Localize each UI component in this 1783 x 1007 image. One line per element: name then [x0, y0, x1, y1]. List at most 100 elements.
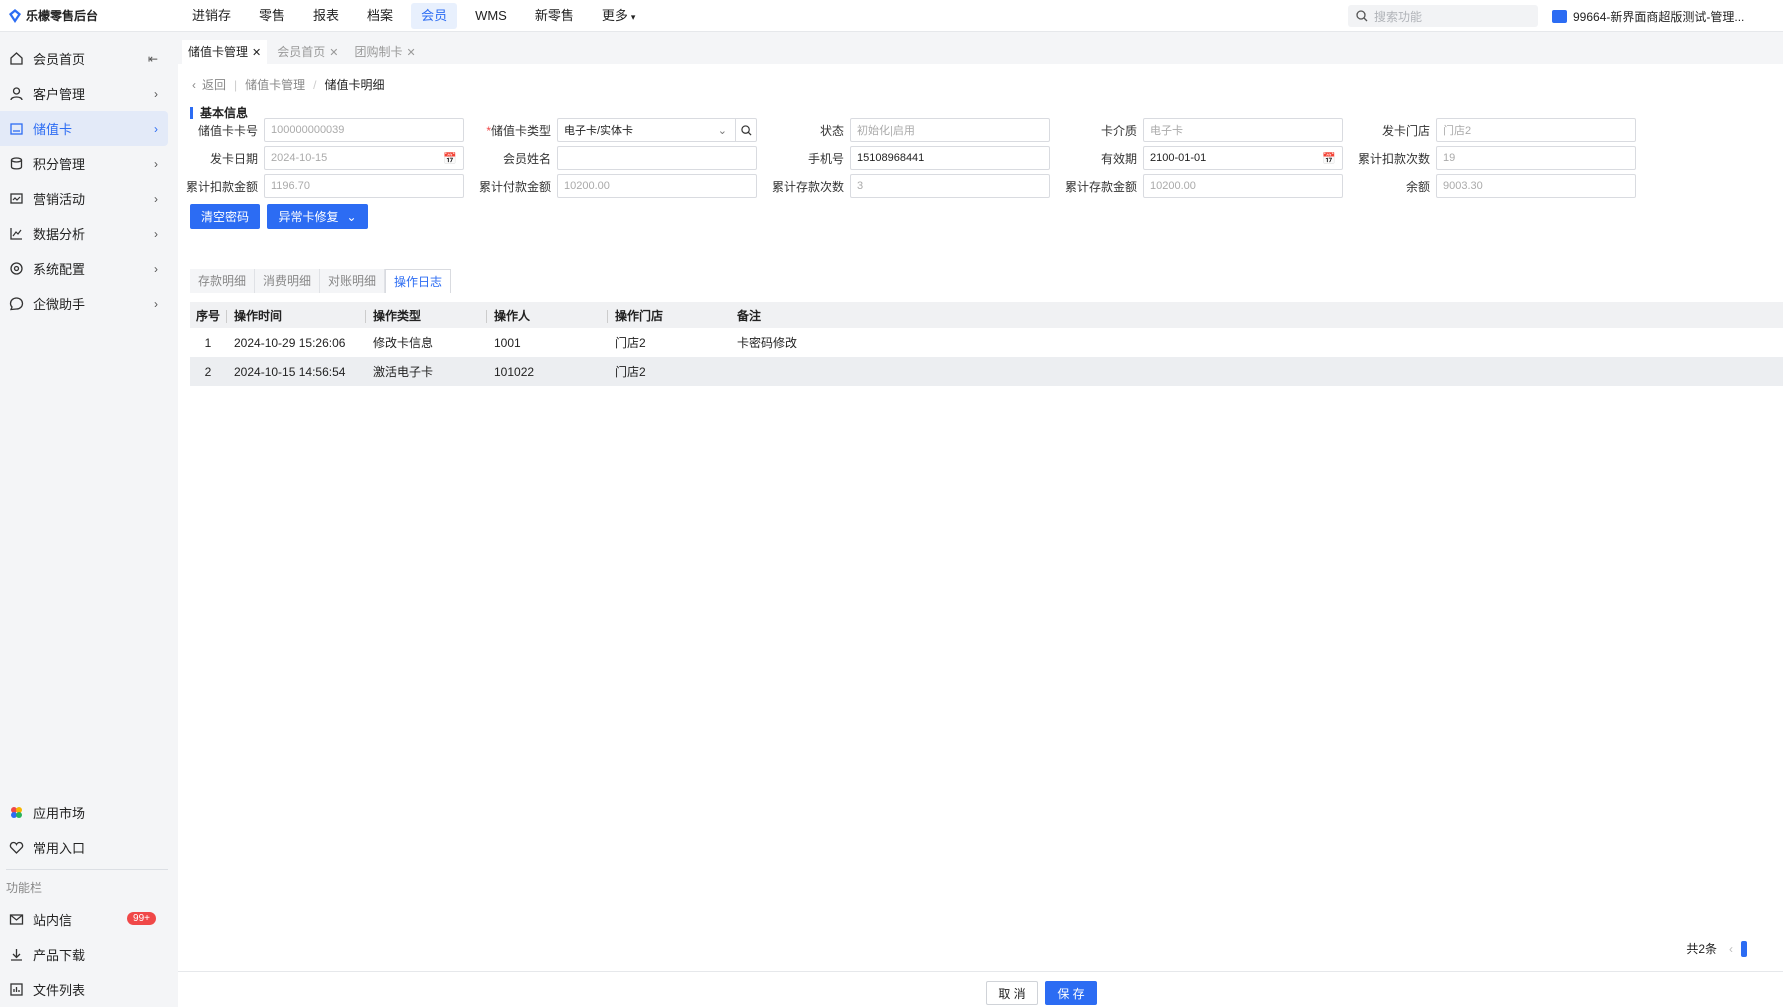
sidebar: 会员首页 ⇤ 客户管理 › 储值卡 › 积分管理 › 营销活动 › 数据分析 ›… [0, 32, 178, 1007]
deduct-amount-input[interactable]: 1196.70 [264, 174, 464, 198]
sidebar-item-messages[interactable]: 站内信 99+ [0, 902, 168, 937]
field-label-text: 储值卡类型 [490, 123, 551, 138]
card-type-search-button[interactable] [735, 118, 757, 142]
nav-item-retail[interactable]: 零售 [249, 3, 295, 29]
deduct-times-input[interactable]: 19 [1436, 146, 1636, 170]
tab-operation-log[interactable]: 操作日志 [385, 269, 452, 293]
app-logo[interactable]: 乐檬零售后台 [0, 7, 178, 24]
sidebar-item-wecom[interactable]: 企微助手 › [0, 286, 168, 321]
sidebar-item-points[interactable]: 积分管理 › [0, 146, 168, 181]
tab-deposit-detail[interactable]: 存款明细 [190, 269, 256, 293]
breadcrumb-parent[interactable]: 储值卡管理 [245, 76, 305, 93]
nav-item-archive[interactable]: 档案 [357, 3, 403, 29]
tab-consumption-detail[interactable]: 消费明细 [255, 269, 321, 293]
calendar-icon: 📅 [443, 153, 457, 165]
card-type-select[interactable]: 电子卡/实体卡 ⌄ [557, 118, 735, 142]
promotion-icon [8, 191, 24, 207]
cell-type: 修改卡信息 [373, 336, 434, 350]
prev-page-icon[interactable]: ‹ [1729, 942, 1733, 956]
close-icon[interactable]: ✕ [329, 47, 338, 59]
card-no-input[interactable]: 100000000039 [264, 118, 464, 142]
table-header: 序号 操作时间 操作类型 操作人 操作门店 备注 [190, 302, 1783, 328]
expiry-date-picker[interactable]: 2100-01-01 📅 [1143, 146, 1343, 170]
sidebar-item-label: 积分管理 [33, 157, 86, 172]
sidebar-item-app-market[interactable]: 应用市场 [0, 795, 168, 830]
top-nav: 进销存 零售 报表 档案 会员 WMS 新零售 更多 ▾ [178, 2, 649, 29]
phone-input[interactable]: 15108968441 [850, 146, 1050, 170]
cancel-button[interactable]: 取 消 [986, 981, 1038, 1005]
deposit-amount-input[interactable]: 10200.00 [1143, 174, 1343, 198]
table-row[interactable]: 1 2024-10-29 15:26:06 修改卡信息 1001 门店2 卡密码… [190, 328, 1783, 357]
column-header-label: 操作时间 [234, 308, 283, 323]
repair-card-label: 异常卡修复 [278, 210, 339, 224]
issue-store-input[interactable]: 门店2 [1436, 118, 1636, 142]
back-link[interactable]: 返回 [202, 76, 226, 93]
field-label: 累计扣款次数 [1357, 151, 1430, 166]
current-page-button[interactable] [1741, 940, 1747, 957]
field-label: 累计存款次数 [771, 179, 844, 194]
field-deposit-amount: 累计存款金额 10200.00 [1057, 174, 1350, 198]
nav-item-wms[interactable]: WMS [465, 3, 517, 29]
file-list-icon [8, 982, 24, 998]
sidebar-item-settings[interactable]: 系统配置 › [0, 251, 168, 286]
column-header[interactable]: 备注 [729, 307, 1029, 324]
field-paid-amount: 累计付款金额 10200.00 [471, 174, 764, 198]
heart-icon [8, 840, 24, 856]
column-divider [226, 309, 227, 323]
cell-index: 1 [204, 335, 212, 350]
column-divider [365, 309, 366, 323]
status-input[interactable]: 初始化|启用 [850, 118, 1050, 142]
close-icon[interactable]: ✕ [252, 47, 261, 59]
tab-reconcile-detail[interactable]: 对账明细 [320, 269, 386, 293]
sidebar-item-label: 储值卡 [33, 122, 73, 137]
nav-item-member[interactable]: 会员 [411, 2, 458, 29]
table-row[interactable]: 2 2024-10-15 14:56:54 激活电子卡 101022 门店2 [190, 357, 1783, 386]
close-icon[interactable]: ✕ [406, 47, 415, 59]
cell-store: 门店2 [615, 365, 646, 379]
field-medium: 卡介质 电子卡 [1057, 118, 1350, 142]
chevron-right-icon: › [154, 296, 158, 311]
chevron-down-icon: ⌄ [346, 209, 357, 224]
repair-card-button[interactable]: 异常卡修复 ⌄ [267, 204, 368, 229]
field-label: 卡介质 [1100, 123, 1137, 138]
sidebar-item-analytics[interactable]: 数据分析 › [0, 216, 168, 251]
cell-store: 门店2 [615, 336, 646, 350]
deposit-times-input[interactable]: 3 [850, 174, 1050, 198]
save-button[interactable]: 保 存 [1045, 981, 1097, 1005]
sidebar-item-favorites[interactable]: 常用入口 [0, 830, 168, 865]
sidebar-item-stored-value-card[interactable]: 储值卡 › [0, 111, 168, 146]
nav-item-reports[interactable]: 报表 [303, 3, 349, 29]
org-switcher[interactable]: 99664-新界面商超版测试-管理... [1552, 0, 1744, 32]
member-name-input[interactable] [557, 146, 757, 170]
tab-stored-value-card[interactable]: 储值卡管理 ✕ [182, 40, 268, 64]
column-header: 序号 [195, 308, 220, 323]
clear-password-button[interactable]: 清空密码 [190, 204, 260, 229]
tab-group-card[interactable]: 团购制卡 ✕ [348, 40, 422, 64]
sidebar-item-member-home[interactable]: 会员首页 ⇤ [0, 41, 168, 76]
sidebar-item-files[interactable]: 文件列表 [0, 972, 168, 1007]
column-header[interactable]: 操作人 [486, 307, 607, 324]
nav-item-more[interactable]: 更多 ▾ [592, 3, 646, 29]
search-icon [1356, 10, 1368, 22]
balance-input[interactable]: 9003.30 [1436, 174, 1636, 198]
field-card-type: *储值卡类型 电子卡/实体卡 ⌄ [471, 118, 764, 142]
sidebar-item-customers[interactable]: 客户管理 › [0, 76, 168, 111]
nav-more-label: 更多 [601, 7, 628, 23]
column-header[interactable]: 操作类型 [365, 307, 486, 324]
search-placeholder: 搜索功能 [1374, 9, 1423, 24]
nav-item-new-retail[interactable]: 新零售 [525, 3, 584, 29]
collapse-sidebar-icon[interactable]: ⇤ [148, 52, 158, 66]
cell-time: 2024-10-29 15:26:06 [234, 335, 346, 350]
paid-amount-input[interactable]: 10200.00 [557, 174, 757, 198]
sidebar-item-marketing[interactable]: 营销活动 › [0, 181, 168, 216]
issue-date-picker[interactable]: 2024-10-15 📅 [264, 146, 464, 170]
medium-input[interactable]: 电子卡 [1143, 118, 1343, 142]
sidebar-item-label: 客户管理 [33, 87, 86, 102]
tab-member-home[interactable]: 会员首页 ✕ [271, 40, 345, 64]
column-header[interactable]: 操作时间 [226, 307, 365, 324]
sidebar-item-downloads[interactable]: 产品下载 [0, 937, 168, 972]
nav-item-inventory[interactable]: 进销存 [182, 3, 241, 29]
column-header[interactable]: 操作门店 [607, 307, 729, 324]
search-input[interactable]: 搜索功能 [1348, 5, 1538, 27]
tab-label: 会员首页 [277, 45, 326, 59]
